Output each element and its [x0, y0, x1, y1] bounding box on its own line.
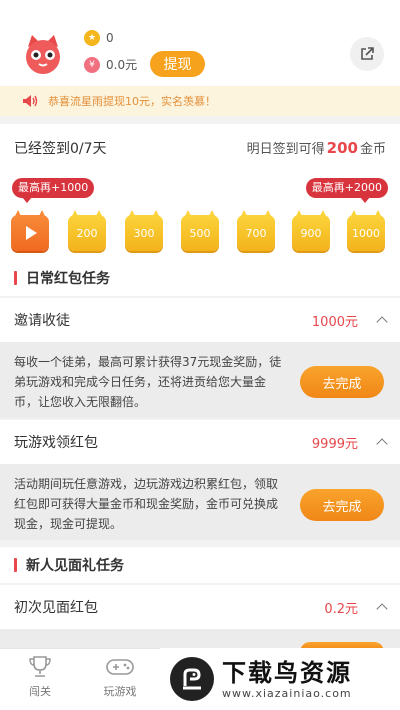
task-row-newbie[interactable]: 初次见面红包 0.2元 [0, 585, 400, 629]
checkin-panel: 已经签到0/7天 明日签到可得 200 金币 最高再+1000 最高再+2000… [0, 124, 400, 264]
checkin-day-6[interactable]: 900 [292, 210, 330, 251]
task-row-invite[interactable]: 邀请收徒 1000元 [0, 298, 400, 342]
checkin-day-3[interactable]: 300 [125, 210, 163, 251]
checkin-day-value: 1000 [347, 215, 385, 251]
yuan-icon: ¥ [84, 56, 100, 73]
cash-balance: ¥ 0.0元 [84, 56, 137, 73]
checkin-day-value: 200 [68, 215, 106, 251]
gamepad-icon [106, 659, 134, 675]
coin-balance: ★ 0 [84, 30, 114, 46]
checkin-status: 已经签到0/7天 [14, 141, 107, 157]
tab-label: 闯关 [29, 685, 51, 698]
bonus-tag-left: 最高再+1000 [12, 178, 95, 203]
site-watermark: 下载鸟资源 www.xiazainiao.com [160, 648, 400, 710]
checkin-day-value: 900 [292, 215, 330, 251]
tab-play-games[interactable]: 玩游戏 [85, 655, 155, 699]
task-reward: 1000元 [311, 314, 358, 330]
task-name: 邀请收徒 [14, 313, 70, 329]
task-name: 初次见面红包 [14, 600, 98, 616]
coin-count: 0 [106, 31, 114, 45]
tab-label: 玩游戏 [103, 685, 137, 698]
watermark-title: 下载鸟资源 [222, 658, 352, 687]
checkin-day-4[interactable]: 500 [181, 210, 219, 251]
chevron-up-icon[interactable] [376, 438, 388, 450]
daily-section-label: 日常红包任务 [26, 271, 110, 287]
checkin-day-value: 500 [181, 215, 219, 251]
tomorrow-prefix: 明日签到可得 [246, 142, 325, 157]
play-icon [26, 226, 37, 240]
speaker-icon [23, 95, 38, 107]
checkin-tomorrow: 明日签到可得 200 金币 [247, 138, 386, 157]
checkin-days: 200 300 500 700 900 1000 [11, 210, 391, 256]
task-description: 每收一个徒弟，最高可累计获得37元现金奖励，徒弟玩游戏和完成今日任务，还将进贡给… [14, 355, 282, 409]
checkin-day-7[interactable]: 1000 [347, 210, 385, 251]
task-name: 玩游戏领红包 [14, 435, 98, 451]
tomorrow-amount: 200 [326, 139, 358, 157]
avatar[interactable] [22, 33, 64, 75]
cash-amount: 0.0元 [106, 58, 138, 72]
section-marker [14, 271, 17, 285]
chevron-up-icon[interactable] [376, 603, 388, 615]
section-marker [14, 558, 17, 572]
go-complete-button[interactable]: 去完成 [300, 489, 384, 521]
checkin-day-1[interactable] [11, 210, 49, 251]
notice-bar: 恭喜流星雨提现10元，实名羡慕！ [0, 86, 400, 116]
watermark-url: www.xiazainiao.com [222, 686, 352, 700]
checkin-day-2[interactable]: 200 [68, 210, 106, 251]
task-row-game[interactable]: 玩游戏领红包 9999元 [0, 420, 400, 464]
checkin-day-value: 300 [125, 215, 163, 251]
chevron-up-icon[interactable] [376, 316, 388, 328]
share-button[interactable] [350, 37, 384, 71]
daily-section-title: 日常红包任务 [0, 260, 400, 296]
trophy-icon [29, 656, 51, 677]
coin-icon: ★ [84, 30, 100, 46]
checkin-day-5[interactable]: 700 [237, 210, 275, 251]
task-reward: 9999元 [311, 436, 358, 452]
bird-logo-icon [170, 657, 214, 701]
bonus-tag-right: 最高再+2000 [305, 178, 388, 203]
newbie-section-title: 新人见面礼任务 [0, 547, 400, 583]
task-description: 活动期间玩任意游戏，边玩游戏边积累红包，领取红包即可获得大量金币和现金奖励，金币… [14, 477, 279, 531]
tomorrow-suffix: 金币 [359, 142, 386, 157]
checkin-day-value: 700 [237, 215, 275, 251]
go-complete-button[interactable]: 去完成 [300, 366, 384, 398]
task-center-page: ★ 0 ¥ 0.0元 提现 恭喜流星雨提现10元，实名羡慕！ 已经签到0/7天 … [0, 0, 400, 710]
user-header: ★ 0 ¥ 0.0元 提现 [0, 0, 400, 86]
watermark-text: 下载鸟资源 www.xiazainiao.com [222, 659, 352, 700]
newbie-section-label: 新人见面礼任务 [26, 558, 124, 574]
task-reward: 0.2元 [324, 601, 358, 617]
notice-text: 恭喜流星雨提现10元，实名羡慕！ [48, 95, 216, 108]
withdraw-button[interactable]: 提现 [150, 51, 205, 77]
tab-levels[interactable]: 闯关 [5, 655, 75, 699]
share-icon [361, 47, 374, 60]
